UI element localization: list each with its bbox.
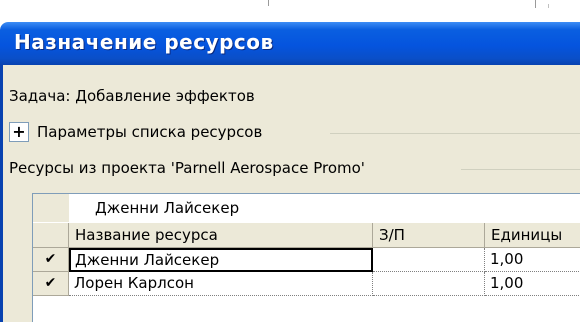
grid-edit-field[interactable]: Дженни Лайсекер <box>69 194 580 222</box>
dialog-client-area: Задача: Добавление эффектов + Параметры … <box>0 65 580 322</box>
row-assigned-check[interactable]: ✔ <box>33 248 69 272</box>
background-divider <box>268 0 269 6</box>
column-header-pay[interactable]: З/П <box>373 223 485 248</box>
grid-corner <box>33 194 70 222</box>
expand-options-button[interactable]: + <box>9 122 29 142</box>
grid-edit-bar: Дженни Лайсекер <box>33 194 580 223</box>
background-divider <box>548 4 549 8</box>
units-cell[interactable]: 1,00 <box>485 272 580 296</box>
group-separator-line <box>330 133 580 134</box>
row-header-corner <box>33 223 69 248</box>
units-cell[interactable]: 1,00 <box>485 248 580 272</box>
pay-cell[interactable] <box>373 248 485 272</box>
project-resources-label: Ресурсы из проекта 'Parnell Aerospace Pr… <box>9 159 365 177</box>
row-assigned-check[interactable]: ✔ <box>33 272 69 296</box>
resource-name-cell[interactable]: Лорен Карлсон <box>69 272 373 296</box>
assign-resources-dialog: Назначение ресурсов Задача: Добавление э… <box>0 22 580 322</box>
resource-list-options-text: Параметры списка ресурсов <box>37 123 263 141</box>
task-label: Задача: Добавление эффектов <box>9 87 255 105</box>
group-separator-line <box>461 169 580 170</box>
column-header-units[interactable]: Единицы <box>485 223 580 248</box>
background-window-strip <box>0 0 580 22</box>
column-header-resource-name[interactable]: Название ресурса <box>69 223 373 248</box>
pay-cell[interactable] <box>373 272 485 296</box>
resource-name-cell[interactable]: Дженни Лайсекер <box>69 248 373 272</box>
background-divider <box>535 0 536 8</box>
dialog-title: Назначение ресурсов <box>14 30 274 54</box>
dialog-titlebar[interactable]: Назначение ресурсов <box>0 22 580 65</box>
resource-grid: Дженни Лайсекер Название ресурса З/П Еди… <box>32 193 580 322</box>
resource-list-options-label[interactable]: Параметры списка ресурсов <box>37 123 262 141</box>
